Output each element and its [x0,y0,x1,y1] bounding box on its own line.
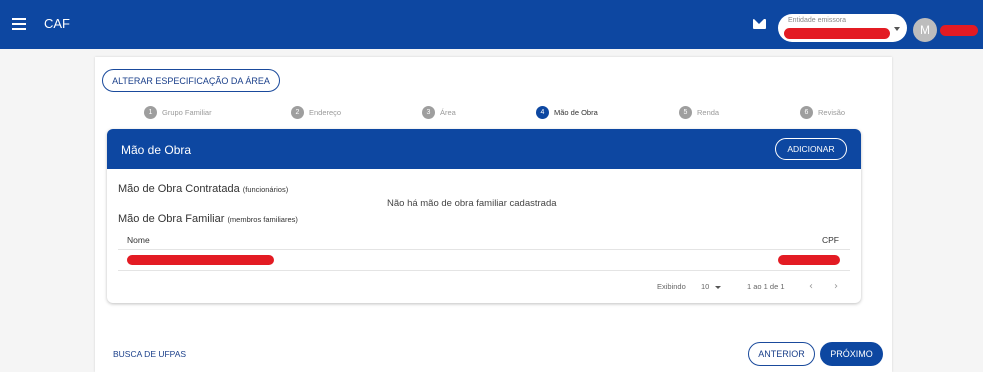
step-endereco[interactable]: 2 Endereço [291,106,341,119]
add-labor-button[interactable]: ADICIONAR [775,138,847,160]
hamburger-menu-icon[interactable] [12,18,26,30]
step-number: 4 [536,106,549,119]
step-revisao[interactable]: 6 Revisão [800,106,845,119]
entity-select[interactable]: Entidade emissora [778,14,907,42]
step-label: Grupo Familiar [162,108,212,117]
family-labor-note: (membros familiares) [227,215,298,224]
step-number: 1 [144,106,157,119]
step-label: Área [440,108,456,117]
table-row-cpf-redacted [778,255,840,265]
step-label: Revisão [818,108,846,117]
chevron-left-icon[interactable]: ‹ [809,281,813,292]
entity-select-label: Entidade emissora [788,17,846,24]
step-number: 3 [422,106,435,119]
top-app-bar: CAF Entidade emissora M [0,0,983,49]
mail-icon[interactable] [753,19,766,29]
empty-family-labor-message: Não há mão de obra familiar cadastrada [387,198,557,209]
step-label: Renda [697,108,720,117]
contracted-labor-title: Mão de Obra Contratada (funcionários) [118,183,288,195]
step-number: 2 [291,106,304,119]
table-divider [118,249,850,250]
family-labor-title: Mão de Obra Familiar (membros familiares… [118,213,298,225]
next-button[interactable]: PRÓXIMO [820,342,883,366]
avatar[interactable]: M [913,18,937,42]
search-ufpas-link[interactable]: BUSCA DE UFPAS [113,349,186,359]
step-number: 5 [679,106,692,119]
user-name-redacted [940,25,978,36]
contracted-labor-note: (funcionários) [242,185,289,194]
step-renda[interactable]: 5 Renda [679,106,719,119]
column-header-cpf[interactable]: CPF [822,235,839,245]
chevron-right-icon[interactable]: › [834,281,838,292]
app-title: CAF [44,16,70,31]
table-divider [118,270,850,271]
page-card: ALTERAR ESPECIFICAÇÃO DA ÁREA 1 Grupo Fa… [95,57,892,372]
stepper: 1 Grupo Familiar 2 Endereço 3 Área 4 Mão… [95,106,892,120]
step-label: Endereço [309,108,342,117]
step-number: 6 [800,106,813,119]
step-grupo-familiar[interactable]: 1 Grupo Familiar [144,106,212,119]
labor-panel-title: Mão de Obra [121,143,192,157]
table-row-name-redacted [127,255,274,265]
step-mao-de-obra[interactable]: 4 Mão de Obra [536,106,598,119]
chevron-down-icon [894,27,900,31]
step-area[interactable]: 3 Área [422,106,456,119]
contracted-labor-title-text: Mão de Obra Contratada [118,183,240,195]
column-header-nome[interactable]: Nome [127,235,150,245]
entity-select-value-redacted [784,28,890,39]
family-labor-title-text: Mão de Obra Familiar [118,213,225,225]
labor-panel-header: Mão de Obra ADICIONAR [107,129,861,169]
chevron-down-icon[interactable] [715,286,721,289]
pagination-showing-label: Exibindo [657,282,686,291]
pagination-range: 1 ao 1 de 1 [747,282,785,291]
change-area-button[interactable]: ALTERAR ESPECIFICAÇÃO DA ÁREA [102,69,280,92]
step-label: Mão de Obra [554,108,598,117]
previous-button[interactable]: ANTERIOR [748,342,815,366]
pagination-page-size[interactable]: 10 [701,282,709,291]
labor-panel: Mão de Obra ADICIONAR Mão de Obra Contra… [107,129,861,303]
